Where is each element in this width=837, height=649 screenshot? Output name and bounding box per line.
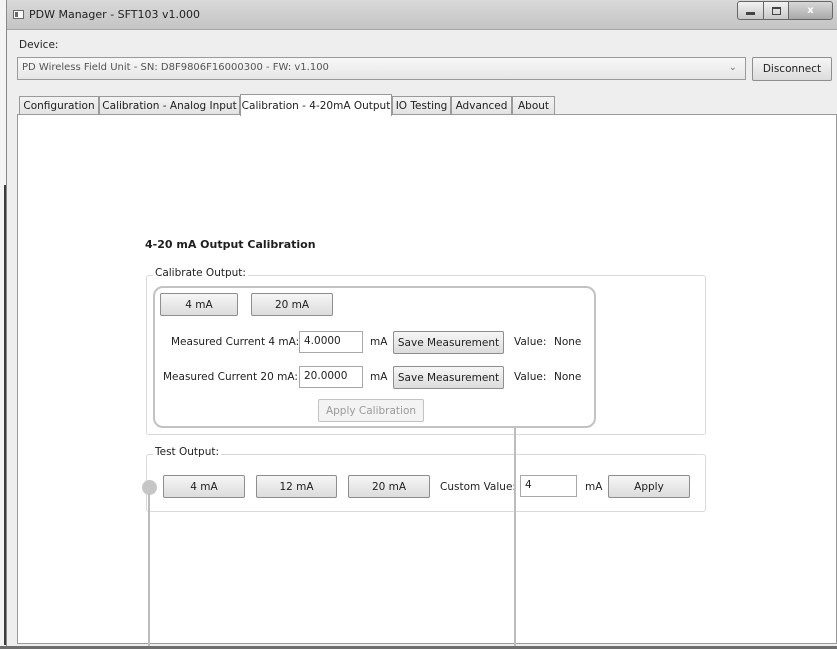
callout-dot [142, 480, 157, 495]
custom-value-unit: mA [585, 481, 603, 493]
measured-4ma-input[interactable]: 4.0000 [299, 331, 363, 353]
test-output-label: Test Output: [153, 446, 222, 458]
close-icon: x [807, 5, 814, 16]
chevron-down-icon[interactable]: ⌄ [729, 62, 737, 73]
maximize-button[interactable] [763, 1, 789, 20]
device-select[interactable]: PD Wireless Field Unit - SN: D8F9806F160… [17, 57, 746, 80]
save-measurement-4ma-button[interactable]: Save Measurement [393, 331, 504, 354]
tab-io-testing[interactable]: IO Testing [392, 96, 451, 115]
value-text-4ma: None [554, 336, 582, 348]
title-bar[interactable]: PDW Manager - SFT103 v1.000 x [7, 0, 837, 30]
apply-test-output-button[interactable]: Apply [608, 475, 690, 498]
save-measurement-20ma-button[interactable]: Save Measurement [393, 366, 504, 389]
measured-20ma-unit: mA [370, 371, 388, 383]
callout-leader-line-right [514, 428, 516, 649]
tab-calibration-analog-input[interactable]: Calibration - Analog Input [99, 96, 240, 115]
test-20ma-button[interactable]: 20 mA [348, 475, 430, 498]
maximize-icon [771, 6, 781, 15]
value-text-20ma: None [554, 371, 582, 383]
section-title: 4-20 mA Output Calibration [145, 238, 316, 251]
test-12ma-button[interactable]: 12 mA [256, 475, 337, 498]
measured-4ma-label: Measured Current 4 mA: [171, 336, 300, 348]
calibrate-4ma-button[interactable]: 4 mA [160, 293, 238, 316]
test-4ma-button[interactable]: 4 mA [163, 475, 245, 498]
custom-value-input[interactable]: 4 [520, 475, 577, 497]
window-controls: x [737, 1, 833, 20]
close-button[interactable]: x [788, 1, 833, 20]
tab-about[interactable]: About [512, 96, 555, 115]
minimize-button[interactable] [737, 1, 764, 20]
value-label-4ma: Value: [514, 336, 547, 348]
measured-20ma-input[interactable]: 20.0000 [299, 366, 363, 388]
callout-leader-line-left [148, 494, 150, 649]
calibrate-20ma-button[interactable]: 20 mA [251, 293, 333, 316]
calibrate-output-label: Calibrate Output: [153, 267, 248, 279]
tab-calibration-4-20ma-output[interactable]: Calibration - 4-20mA Output [240, 94, 392, 116]
disconnect-button[interactable]: Disconnect [752, 57, 832, 81]
apply-calibration-button[interactable]: Apply Calibration [318, 399, 424, 422]
minimize-icon [746, 12, 755, 15]
measured-4ma-unit: mA [370, 336, 388, 348]
tab-advanced[interactable]: Advanced [451, 96, 512, 115]
value-label-20ma: Value: [514, 371, 547, 383]
app-icon [13, 10, 24, 19]
device-select-value: PD Wireless Field Unit - SN: D8F9806F160… [22, 62, 329, 73]
window-title: PDW Manager - SFT103 v1.000 [29, 8, 200, 21]
tab-configuration[interactable]: Configuration [19, 96, 99, 115]
device-label: Device: [19, 39, 59, 51]
custom-value-label: Custom Value: [440, 481, 516, 493]
measured-20ma-label: Measured Current 20 mA: [163, 371, 298, 383]
